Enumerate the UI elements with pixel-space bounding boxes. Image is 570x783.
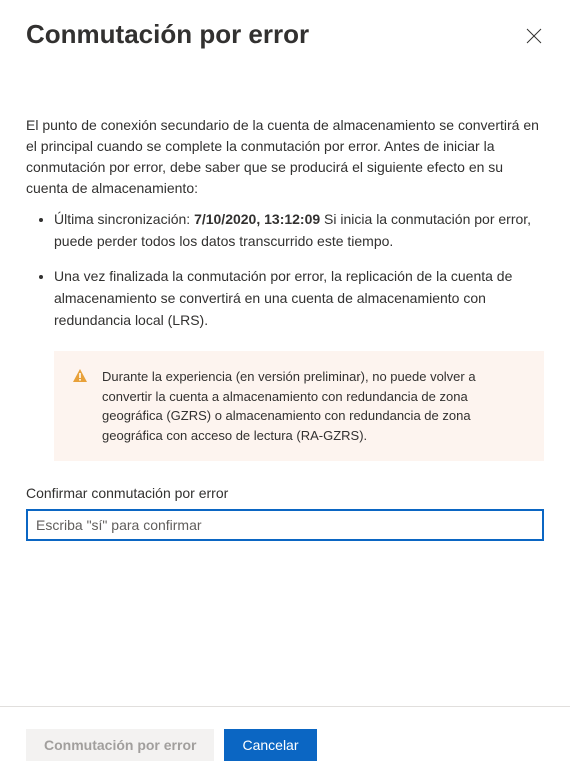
confirm-input[interactable]	[26, 509, 544, 541]
confirm-label: Confirmar conmutación por error	[26, 485, 544, 501]
bullet-last-sync: Última sincronización: 7/10/2020, 13:12:…	[54, 209, 544, 252]
intro-paragraph: El punto de conexión secundario de la cu…	[26, 115, 544, 199]
bullet-last-sync-time: 7/10/2020, 13:12:09	[194, 211, 320, 227]
warning-text: Durante la experiencia (en versión preli…	[102, 367, 526, 445]
dialog-title: Conmutación por error	[26, 18, 309, 51]
bullet-replication-text: Una vez finalizada la conmutación por er…	[54, 268, 512, 327]
cancel-button[interactable]: Cancelar	[224, 729, 316, 761]
bullet-last-sync-pre: Última sincronización:	[54, 211, 194, 227]
bullet-replication: Una vez finalizada la conmutación por er…	[54, 266, 544, 331]
close-icon	[526, 28, 542, 47]
warning-callout: Durante la experiencia (en versión preli…	[54, 351, 544, 461]
failover-button[interactable]: Conmutación por error	[26, 729, 214, 761]
warning-icon	[72, 368, 88, 387]
dialog-footer: Conmutación por error Cancelar	[0, 706, 570, 783]
close-button[interactable]	[520, 22, 548, 53]
